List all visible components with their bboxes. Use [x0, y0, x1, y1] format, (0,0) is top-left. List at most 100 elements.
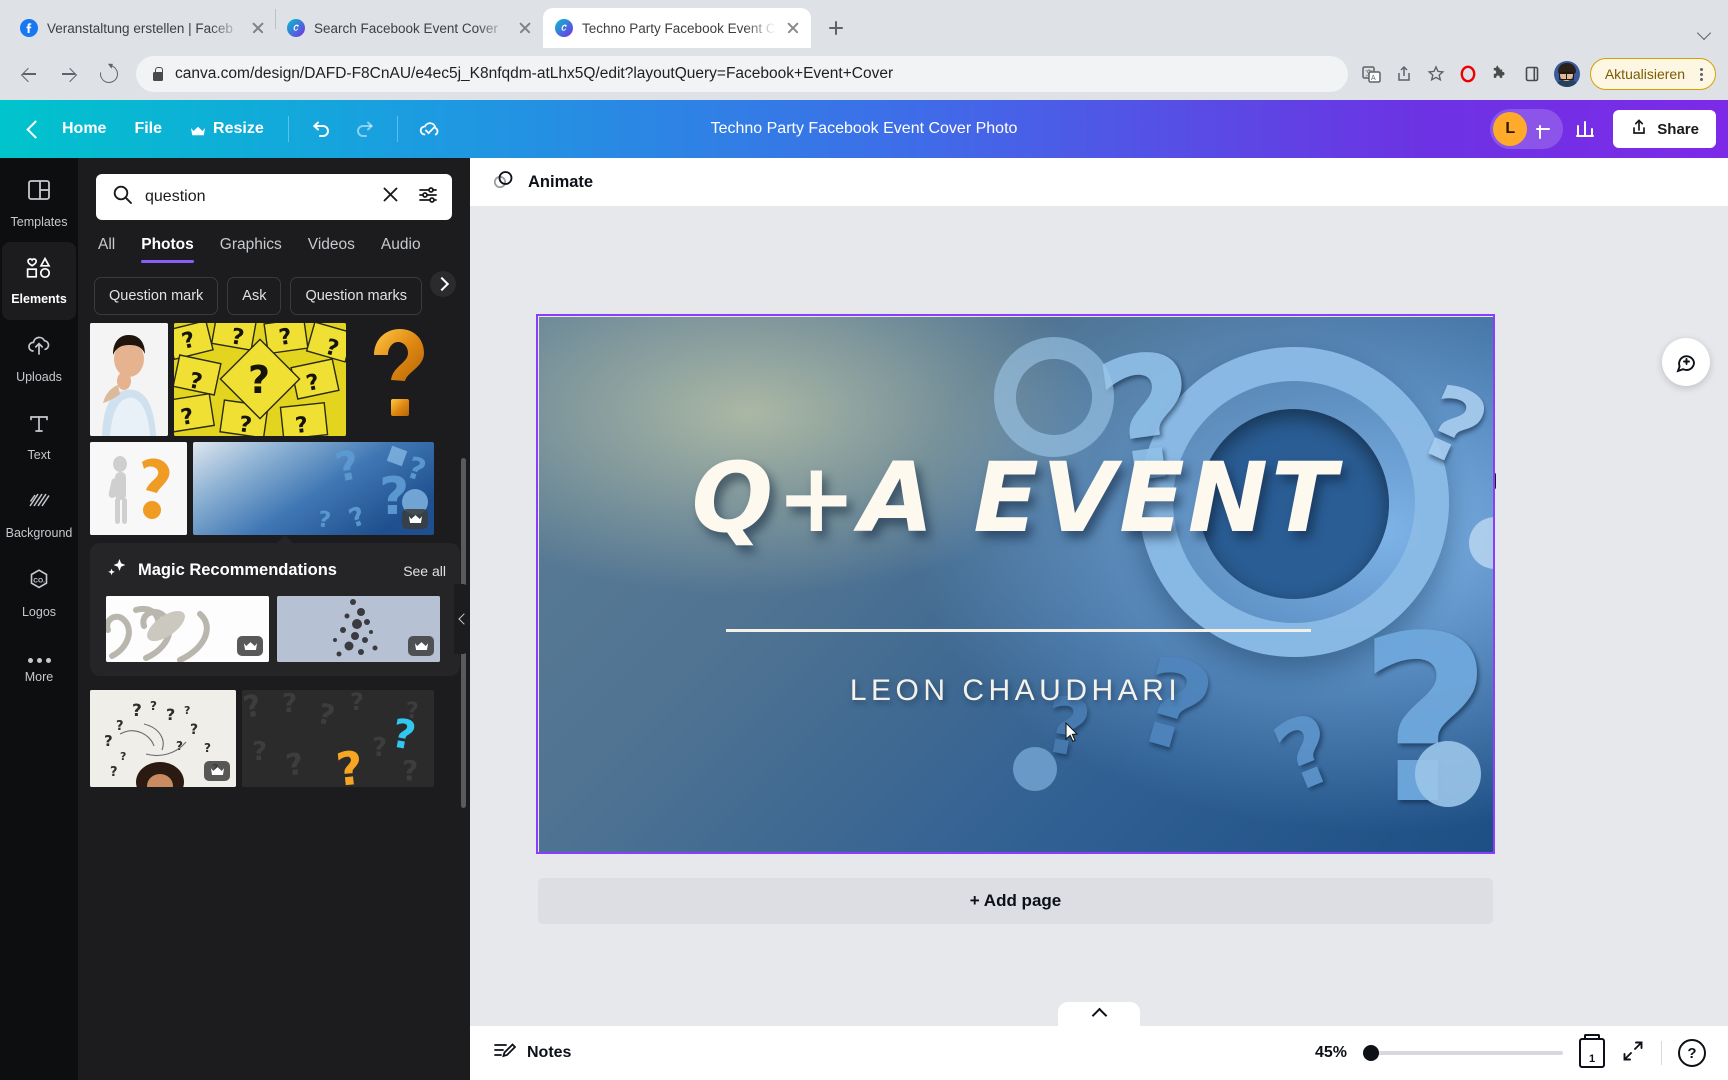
photo-thumbnail[interactable] — [90, 323, 168, 436]
photo-results-grid-2: ?? ?? ?? ?? ?? ?? ? ? ? ? ? ? ? ? ? ? — [78, 676, 470, 787]
sidebar-item-text[interactable]: Text — [0, 398, 78, 476]
notes-button[interactable]: Notes — [492, 1039, 571, 1068]
undo-icon[interactable] — [299, 109, 343, 149]
chip-label: Ask — [242, 288, 267, 304]
browser-tab-title: Techno Party Facebook Event C — [582, 20, 776, 36]
photo-thumbnail[interactable] — [352, 323, 442, 436]
profile-avatar[interactable] — [1553, 61, 1580, 87]
pro-crown-icon — [402, 509, 428, 529]
editor-area: Animate ? ? ? ? ? Q+A EVENT LEON CHAUDHA… — [470, 158, 1728, 1080]
clear-search-icon[interactable] — [381, 185, 400, 209]
translate-icon[interactable]: 文A — [1356, 58, 1388, 90]
sidebar-item-label: More — [24, 670, 54, 684]
chip-question-marks[interactable]: Question marks — [290, 277, 423, 315]
animate-label[interactable]: Animate — [528, 173, 593, 192]
close-icon[interactable] — [250, 20, 266, 36]
photo-thumbnail[interactable]: ? ?? ?? ? ?? ? ? ? — [242, 690, 434, 787]
sidebar-item-background[interactable]: Background — [0, 476, 78, 554]
tab-label: Audio — [380, 236, 421, 253]
sidepanel-icon[interactable] — [1516, 58, 1548, 90]
pro-crown-icon — [237, 636, 263, 656]
sidebar-item-logos[interactable]: CO. Logos — [0, 554, 78, 632]
forward-button[interactable] — [52, 57, 86, 91]
home-label: Home — [62, 120, 107, 137]
left-rail: Templates Elements Uploads Text Backgrou… — [0, 158, 78, 1080]
sidebar-item-templates[interactable]: Templates — [0, 164, 78, 242]
tab-all[interactable]: All — [98, 236, 115, 263]
photo-thumbnail[interactable]: ? ? ? ? ? ? ? ? ? ? — [174, 323, 346, 436]
collapse-panel-button[interactable] — [454, 584, 470, 654]
close-icon[interactable] — [517, 20, 533, 36]
resize-label: Resize — [213, 120, 264, 137]
svg-text:?: ? — [294, 413, 309, 436]
reload-button[interactable] — [92, 57, 126, 91]
photo-row: ? ? ? ? ? — [90, 442, 460, 535]
fullscreen-icon[interactable] — [1621, 1039, 1645, 1068]
tab-graphics[interactable]: Graphics — [220, 236, 282, 263]
filter-settings-icon[interactable] — [418, 185, 440, 210]
expand-notes-button[interactable] — [1058, 1002, 1140, 1026]
chip-question-mark[interactable]: Question mark — [94, 277, 219, 315]
sidebar-item-label: Uploads — [16, 370, 62, 384]
home-button[interactable]: Home — [48, 112, 120, 146]
see-all-link[interactable]: See all — [403, 563, 446, 579]
close-icon[interactable] — [785, 20, 801, 36]
photo-thumbnail[interactable]: ?? ?? ?? ?? ?? ?? — [90, 690, 236, 787]
add-page-button[interactable]: + Add page — [538, 878, 1493, 924]
resize-button[interactable]: Resize — [176, 112, 278, 146]
address-bar[interactable]: canva.com/design/DAFD-F8CnAU/e4ec5j_K8nf… — [136, 56, 1348, 92]
chips-next-icon[interactable] — [430, 271, 456, 297]
search-input[interactable]: question — [96, 174, 452, 220]
redo-icon[interactable] — [343, 109, 387, 149]
tab-label: All — [98, 236, 116, 253]
comment-button[interactable] — [1662, 338, 1710, 386]
kebab-menu-icon[interactable] — [1693, 65, 1709, 83]
zoom-level: 45% — [1314, 1044, 1347, 1061]
status-bar-right: 45% 1 ? — [1303, 1034, 1706, 1068]
text-icon — [27, 412, 51, 441]
opera-extension-icon[interactable] — [1452, 58, 1484, 90]
photo-thumbnail[interactable] — [90, 442, 187, 535]
photo-thumbnail[interactable]: ? ? ? ? ? — [193, 442, 434, 535]
sidebar-item-uploads[interactable]: Uploads — [0, 320, 78, 398]
cloud-saved-icon[interactable] — [408, 109, 452, 149]
share-button[interactable]: Share — [1613, 110, 1716, 148]
back-button[interactable] — [12, 57, 46, 91]
puzzle-extension-icon[interactable] — [1484, 58, 1516, 90]
sidebar-item-elements[interactable]: Elements — [2, 242, 76, 320]
bookmark-star-icon[interactable] — [1420, 58, 1452, 90]
share-icon[interactable] — [1388, 58, 1420, 90]
canva-icon — [555, 19, 573, 37]
help-icon[interactable]: ? — [1678, 1039, 1706, 1067]
back-chevron-icon[interactable] — [18, 114, 48, 144]
new-tab-button[interactable] — [821, 13, 851, 43]
page-number: 1 — [1588, 1053, 1596, 1065]
tab-photos[interactable]: Photos — [141, 236, 194, 263]
browser-tab-2[interactable]: Techno Party Facebook Event C — [543, 8, 811, 48]
photo-thumbnail[interactable] — [106, 596, 269, 662]
update-button[interactable]: Aktualisieren — [1589, 58, 1716, 90]
svg-text:CO.: CO. — [33, 577, 45, 584]
page-count-icon[interactable]: 1 — [1579, 1034, 1605, 1068]
workspace: Templates Elements Uploads Text Backgrou… — [0, 158, 1728, 1080]
selection-frame — [536, 314, 1495, 854]
photo-thumbnail[interactable] — [277, 596, 440, 662]
zoom-slider[interactable] — [1363, 1045, 1563, 1061]
sidebar-item-more[interactable]: More — [0, 632, 78, 710]
tab-strip: Veranstaltung erstellen | Faceb Search F… — [0, 0, 1728, 48]
collaborators[interactable]: L — [1490, 109, 1564, 149]
chip-ask[interactable]: Ask — [227, 277, 282, 315]
pro-crown-icon — [204, 761, 230, 781]
chevron-down-icon[interactable] — [1696, 24, 1712, 40]
tab-videos[interactable]: Videos — [308, 236, 355, 263]
design-page[interactable]: ? ? ? ? ? ? Q+A EVENT LEON CHAUDHARI — [536, 314, 1495, 854]
file-menu-button[interactable]: File — [120, 112, 176, 146]
document-title[interactable]: Techno Party Facebook Event Cover Photo — [711, 120, 1018, 138]
add-collaborator-icon[interactable] — [1533, 119, 1553, 139]
add-page-label: + Add page — [969, 891, 1062, 910]
tab-audio[interactable]: Audio — [381, 236, 421, 263]
browser-tab-1[interactable]: Search Facebook Event Cover — [275, 8, 543, 48]
zoom-slider-knob[interactable] — [1363, 1045, 1379, 1061]
insights-chart-icon[interactable] — [1563, 109, 1607, 149]
browser-tab-0[interactable]: Veranstaltung erstellen | Faceb — [8, 8, 276, 48]
